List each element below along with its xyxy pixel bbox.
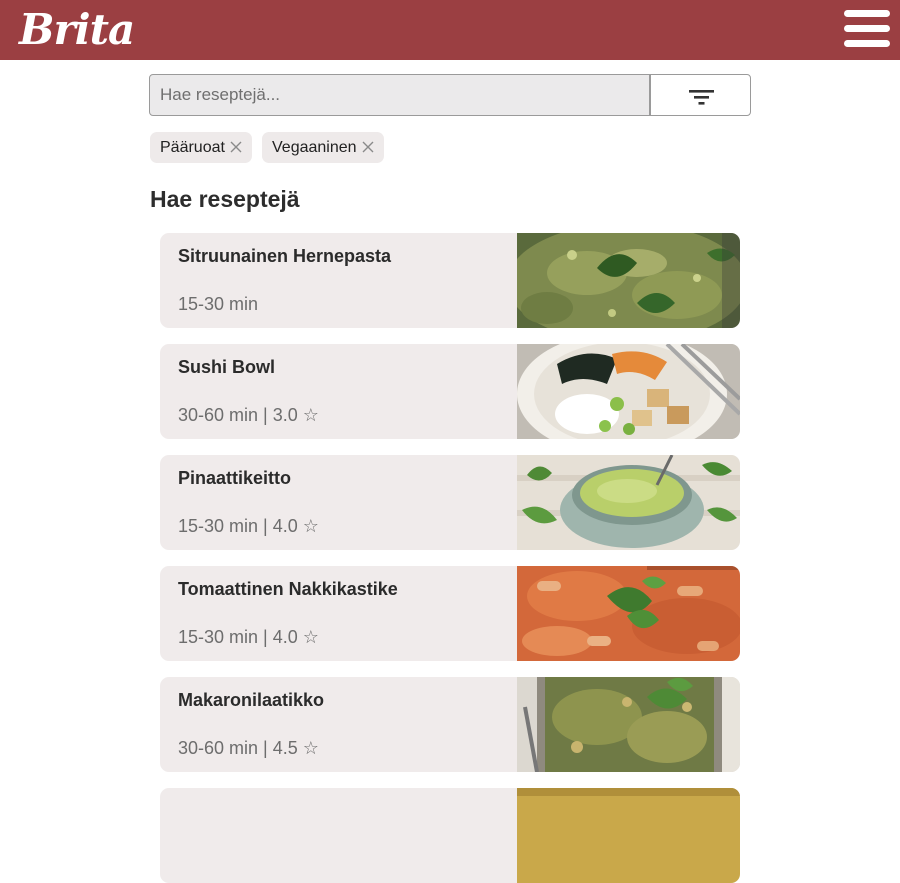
macaroni-casserole-photo xyxy=(517,677,740,772)
recipe-card-makaronilaatikko[interactable]: Makaronilaatikko 30-60 min | 4.5 ☆ xyxy=(160,677,740,772)
app-header: Brita xyxy=(0,0,900,60)
recipe-card-tomaattinen-nakkikastike[interactable]: Tomaattinen Nakkikastike 15-30 min | 4.0… xyxy=(160,566,740,661)
spinach-soup-photo xyxy=(517,455,740,550)
filter-chip-label: Pääruoat xyxy=(160,139,225,156)
recipe-card-pinaattikeitto[interactable]: Pinaattikeitto 15-30 min | 4.0 ☆ xyxy=(160,455,740,550)
sushi-bowl-photo xyxy=(517,344,740,439)
recipe-title: Sitruunainen Hernepasta xyxy=(178,246,392,266)
filter-button[interactable] xyxy=(650,74,751,116)
filter-chip-paaruoat: Pääruoat xyxy=(150,132,252,163)
recipe-photo xyxy=(517,788,740,883)
sausage-sauce-photo xyxy=(517,566,740,661)
recipe-meta: 30-60 min | 4.5 ☆ xyxy=(178,738,319,758)
recipe-card-sushi-bowl[interactable]: Sushi Bowl 30-60 min | 3.0 ☆ xyxy=(160,344,740,439)
recipe-title: Sushi Bowl xyxy=(178,357,276,377)
recipe-title: Makaronilaatikko xyxy=(178,690,325,710)
recipe-meta: 30-60 min | 3.0 ☆ xyxy=(178,405,319,425)
recipe-card-sitruunainen-hernepasta[interactable]: Sitruunainen Hernepasta 15-30 min xyxy=(160,233,740,328)
filter-chip-vegaaninen: Vegaaninen xyxy=(262,132,384,163)
recipe-card-partial[interactable] xyxy=(160,788,740,883)
hamburger-menu-icon[interactable] xyxy=(844,10,890,48)
filter-icon xyxy=(689,90,714,105)
search-input[interactable] xyxy=(149,74,650,116)
recipe-meta: 15-30 min xyxy=(178,294,259,314)
pasta-photo xyxy=(517,233,740,328)
recipe-title: Pinaattikeitto xyxy=(178,468,292,488)
search-bar xyxy=(149,74,751,116)
page-title: Hae reseptejä xyxy=(150,186,300,212)
brita-logo[interactable]: Brita xyxy=(19,4,135,56)
recipe-meta: 15-30 min | 4.0 ☆ xyxy=(178,516,319,536)
close-icon[interactable] xyxy=(230,141,242,153)
recipe-title: Tomaattinen Nakkikastike xyxy=(178,579,398,599)
filter-chip-label: Vegaaninen xyxy=(272,139,357,156)
close-icon[interactable] xyxy=(362,141,374,153)
recipe-meta: 15-30 min | 4.0 ☆ xyxy=(178,627,319,647)
